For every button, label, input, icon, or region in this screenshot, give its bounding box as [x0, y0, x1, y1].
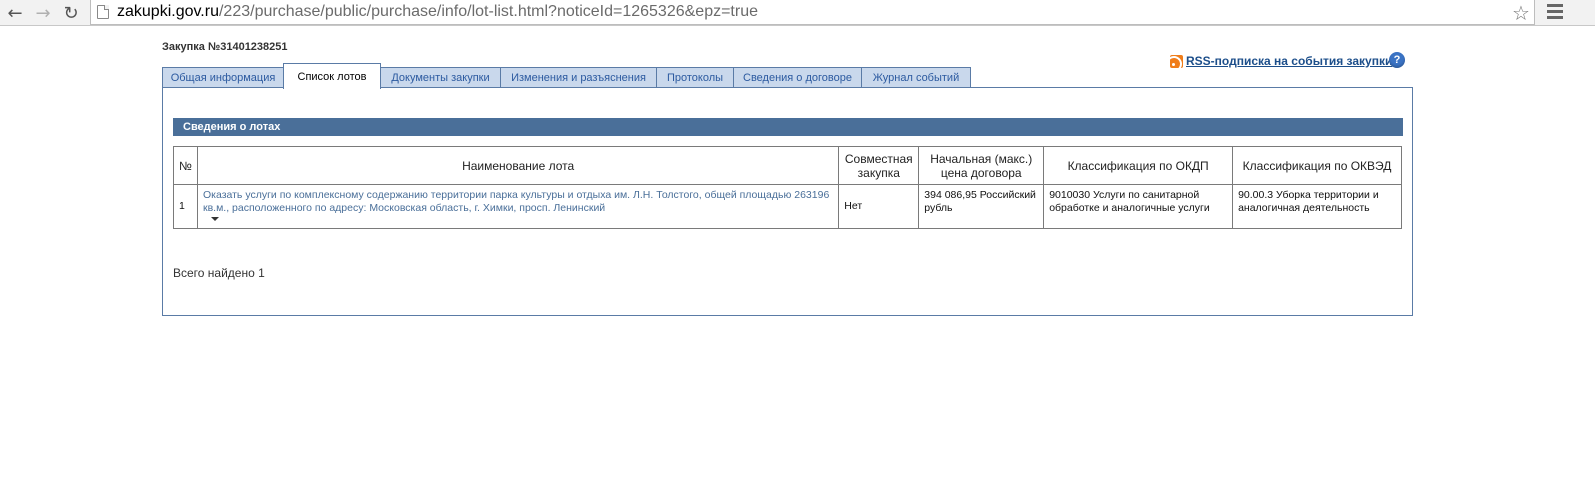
purchase-title: Закупка №31401238251: [162, 41, 288, 53]
header-initial-price: Начальная (макс.) цена договора: [918, 146, 1045, 185]
chevron-down-icon[interactable]: [210, 217, 219, 221]
rss-subscription-link[interactable]: RSS-подписка на события закупки: [1170, 54, 1392, 68]
reload-icon[interactable]: ↻: [60, 2, 82, 24]
header-num: №: [173, 146, 198, 185]
url-path: /223/purchase/public/purchase/info/lot-l…: [218, 3, 758, 20]
header-okved: Классификация по ОКВЭД: [1232, 146, 1402, 185]
cell-initial-price: 394 086,95 Российский рубль: [918, 184, 1045, 229]
url-host: zakupki.gov.ru: [117, 3, 219, 20]
header-joint-purchase: Совместная закупка: [838, 146, 920, 185]
table-header-row: № Наименование лота Совместная закупка Н…: [173, 146, 1402, 185]
content-panel: Сведения о лотах № Наименование лота Сов…: [162, 87, 1413, 316]
browser-toolbar: ← → ↻ zakupki.gov.ru/223/purchase/public…: [0, 0, 1595, 26]
cell-okdp: 9010030 Услуги по санитарной обработке и…: [1043, 184, 1234, 229]
total-found: Всего найдено 1: [173, 266, 265, 280]
tab-purchase-documents[interactable]: Документы закупки: [380, 67, 501, 87]
url-text[interactable]: zakupki.gov.ru/223/purchase/public/purch…: [117, 3, 758, 21]
menu-icon[interactable]: [1547, 4, 1563, 20]
bookmark-star-icon[interactable]: ☆: [1512, 1, 1530, 25]
tab-lot-list[interactable]: Список лотов: [283, 63, 381, 89]
cell-lot-name: Оказать услуги по комплексному содержани…: [196, 184, 840, 229]
tab-changes-clarifications[interactable]: Изменения и разъяснения: [500, 67, 657, 87]
lots-table: № Наименование лота Совместная закупка Н…: [173, 146, 1402, 229]
cell-okved: 90.00.3 Уборка территории и аналогичная …: [1232, 184, 1402, 229]
header-lot-name: Наименование лота: [196, 146, 840, 185]
section-header-lots: Сведения о лотах: [173, 118, 1403, 136]
page-icon: [97, 5, 109, 19]
header-okdp: Классификация по ОКДП: [1043, 146, 1234, 185]
tab-event-log[interactable]: Журнал событий: [861, 67, 971, 87]
lot-name-link[interactable]: Оказать услуги по комплексному содержани…: [203, 189, 829, 214]
tab-protocols[interactable]: Протоколы: [656, 67, 734, 87]
rss-icon: [1170, 54, 1183, 68]
forward-icon[interactable]: →: [32, 2, 54, 24]
address-bar[interactable]: zakupki.gov.ru/223/purchase/public/purch…: [90, 0, 1535, 25]
back-icon[interactable]: ←: [4, 2, 26, 24]
help-icon[interactable]: ?: [1389, 52, 1405, 68]
table-row: 1 Оказать услуги по комплексному содержа…: [173, 184, 1402, 229]
rss-link-label: RSS-подписка на события закупки: [1186, 54, 1393, 68]
cell-joint-purchase: Нет: [838, 184, 920, 229]
tab-contract-info[interactable]: Сведения о договоре: [733, 67, 862, 87]
tab-general-info[interactable]: Общая информация: [162, 67, 284, 87]
cell-num: 1: [173, 184, 198, 229]
